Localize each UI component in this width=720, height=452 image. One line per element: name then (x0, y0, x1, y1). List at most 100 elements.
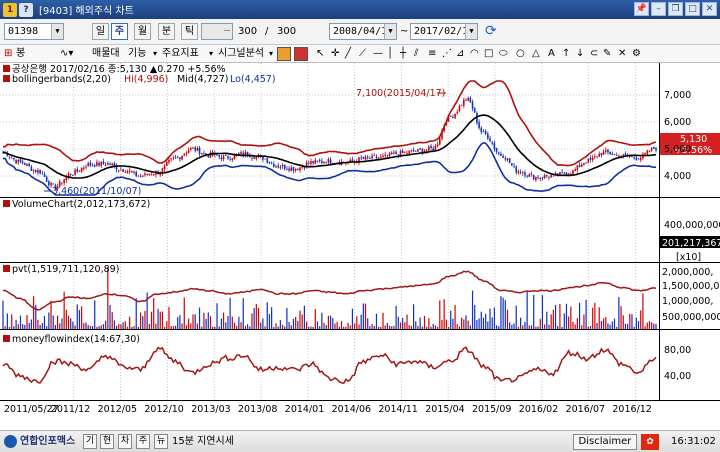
volume-bar (17, 324, 19, 329)
ray-icon[interactable]: ⟋ (359, 46, 366, 62)
settings-icon[interactable]: ⚙ (632, 46, 641, 62)
tab-monthly[interactable]: 월 (134, 23, 151, 40)
menu-signal-analysis[interactable]: 시그널분석 (218, 46, 264, 62)
chevron-down-icon[interactable]: ▼ (51, 24, 63, 39)
volume-bar (323, 322, 325, 329)
volume-bar (63, 291, 65, 329)
statusbar-button-order[interactable]: 주 (136, 434, 150, 449)
date-from-input[interactable]: 2008/04/11 ▼ (329, 23, 397, 40)
volume-bar (50, 300, 52, 329)
date-tick: 2016/07 (566, 404, 605, 415)
volume-bar (491, 317, 493, 329)
arc-icon[interactable]: ◠ (470, 46, 479, 62)
trendline-icon[interactable]: ╱ (345, 46, 351, 62)
cross-line-icon[interactable]: ┼ (400, 46, 406, 62)
chart-type-menu[interactable]: 봉 (16, 46, 25, 62)
ellipse-icon[interactable]: ⬭ (499, 46, 508, 62)
eraser-icon[interactable]: ✎ (603, 46, 611, 62)
volume-bar (255, 304, 257, 329)
date-tick: 2012/05 (98, 404, 137, 415)
volume-bar (262, 318, 264, 329)
crosshair-icon[interactable]: ✛ (331, 46, 339, 62)
restore-icon[interactable]: ❐ (668, 2, 683, 16)
volume-bar (159, 311, 161, 329)
arrow-up-icon[interactable]: ↑ (562, 46, 570, 62)
price-tick: 5,000 (664, 144, 691, 155)
volume-bar (421, 326, 423, 329)
magnet-icon[interactable]: ⊂ (590, 46, 598, 62)
help-icon[interactable]: ? (19, 2, 33, 17)
tab-minute[interactable]: 분 (158, 23, 175, 40)
volume-bar (550, 314, 552, 329)
data-icon[interactable] (277, 47, 291, 61)
volume-bar (574, 324, 576, 329)
volume-bar (419, 317, 421, 329)
date-to-input[interactable]: 2017/02/16 ▼ (410, 23, 478, 40)
volume-bar (126, 326, 129, 329)
market-flag-icon: ✿ (641, 434, 659, 450)
volume-bar (11, 314, 13, 329)
volume-bar (98, 326, 100, 329)
fibonacci-icon[interactable]: ≡ (428, 46, 436, 62)
refresh-icon[interactable]: ⟳ (485, 23, 497, 39)
circle-icon[interactable]: ○ (516, 46, 525, 62)
chevron-down-icon[interactable]: ▾ (269, 46, 273, 62)
volume-bar (378, 326, 380, 329)
tab-tick[interactable]: 틱 (181, 23, 198, 40)
tab-daily[interactable]: 일 (92, 23, 109, 40)
volume-bar (382, 312, 384, 329)
report-icon[interactable] (294, 47, 308, 61)
statusbar-button-info[interactable]: 기 (83, 434, 97, 449)
disclaimer-button[interactable]: Disclaimer (573, 434, 637, 450)
volume-bar (13, 326, 15, 329)
volume-bar (509, 322, 511, 329)
close-icon[interactable]: ✕ (702, 2, 717, 16)
menu-volume-profile[interactable]: 매물대 (92, 46, 120, 62)
cursor-icon[interactable]: ↖ (316, 46, 324, 62)
arrow-down-icon[interactable]: ↓ (576, 46, 584, 62)
volume-bar (168, 307, 170, 329)
maximize-icon[interactable]: □ (685, 2, 700, 16)
gann-icon[interactable]: ⊿ (456, 46, 464, 62)
candle (122, 168, 124, 172)
chevron-down-icon[interactable]: ▾ (153, 46, 157, 62)
rectangle-icon[interactable]: □ (484, 46, 493, 62)
volume-bar (153, 298, 155, 329)
volume-bar (133, 326, 135, 329)
statusbar-button-quote[interactable]: 현 (100, 434, 114, 449)
count-value[interactable]: 300 (238, 23, 257, 40)
text-tool-icon[interactable]: A (548, 46, 555, 62)
line-style-icon[interactable]: ∿▾ (60, 46, 73, 62)
volume-bar (644, 326, 646, 329)
fan-icon[interactable]: ⋰ (442, 46, 452, 62)
volume-bar (495, 325, 498, 329)
mfi-legend: moneyflowindex(14:67,30) (3, 334, 140, 345)
stock-chart[interactable]: 공상은행 2017/02/16 종:5,130 ▲0.270 +5.56% bo… (0, 63, 720, 430)
vline-icon[interactable]: │ (387, 46, 393, 62)
menu-functions[interactable]: 기능 (128, 46, 146, 62)
window-controls: 📌 – ❐ □ ✕ (634, 2, 717, 16)
volume-bar (589, 325, 592, 329)
calendar-dropdown-icon[interactable]: ▼ (384, 24, 396, 39)
channel-icon[interactable]: ⫽ (414, 46, 418, 62)
minimize-icon[interactable]: – (651, 2, 666, 16)
volume-bar (105, 320, 107, 329)
pin-icon[interactable]: 📌 (634, 2, 649, 16)
stock-code-input[interactable]: 01398 ▼ (4, 23, 64, 40)
statusbar-button-chart[interactable]: 차 (118, 434, 132, 449)
chevron-down-icon[interactable]: ▾ (209, 46, 213, 62)
triangle-icon[interactable]: △ (532, 46, 540, 62)
delete-icon[interactable]: ✕ (618, 46, 626, 62)
interval-input[interactable]: – (201, 23, 233, 40)
volume-bar (2, 300, 4, 329)
calendar-dropdown-icon[interactable]: ▼ (465, 24, 477, 39)
candle-type-icon[interactable]: ⊞ (4, 46, 12, 62)
screen-number-badge[interactable]: 1 (3, 2, 17, 17)
volume-bar (506, 309, 509, 329)
menu-indicators[interactable]: 주요지표 (162, 46, 199, 62)
volume-bar (605, 317, 607, 329)
statusbar-button-news[interactable]: 뉴 (154, 434, 168, 449)
tab-weekly[interactable]: 주 (111, 23, 128, 40)
volume-bar (428, 318, 430, 329)
hline-icon[interactable]: — (373, 46, 383, 62)
